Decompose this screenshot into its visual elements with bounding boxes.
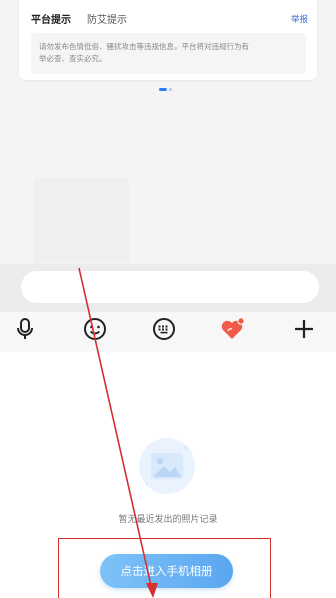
notice-line-1: 请勿发布色情低俗、骚扰攻击等违规信息，平台将对违规行为有 xyxy=(39,42,249,51)
notice-line-2: 举必查、查实必究。 xyxy=(39,54,107,63)
image-placeholder xyxy=(34,178,129,263)
open-album-button[interactable]: 点击进入手机相册 xyxy=(100,554,233,588)
heart-gift-icon xyxy=(221,317,245,339)
gift-button[interactable] xyxy=(218,314,248,344)
tab-platform-tips[interactable]: 平台提示 xyxy=(31,11,71,26)
plus-icon xyxy=(295,320,313,338)
keyboard-button[interactable] xyxy=(149,314,179,344)
page-dot xyxy=(169,88,172,91)
more-button[interactable] xyxy=(289,314,319,344)
voice-button[interactable] xyxy=(10,314,40,344)
empty-state-text: 暂无最近发出的照片记录 xyxy=(118,515,218,525)
notice-text-box: 请勿发布色情低俗、骚扰攻击等违规信息，平台将对违规行为有 举必查、查实必究。 xyxy=(31,33,306,74)
empty-photo-icon xyxy=(139,438,195,494)
page-dot-active xyxy=(159,88,167,91)
report-link[interactable]: 举报 xyxy=(291,13,308,25)
smile-icon xyxy=(84,318,106,340)
microphone-icon xyxy=(17,318,33,339)
chat-toolbar xyxy=(0,312,336,352)
album-panel: 暂无最近发出的照片记录 点击进入手机相册 xyxy=(0,352,336,598)
keyboard-icon xyxy=(153,318,175,340)
notice-tabs: 平台提示 防艾提示 xyxy=(31,11,127,26)
tab-aids-tips[interactable]: 防艾提示 xyxy=(87,11,127,26)
message-input[interactable] xyxy=(21,271,319,303)
emoji-button[interactable] xyxy=(80,314,110,344)
page-indicator xyxy=(159,88,172,91)
notice-card: 平台提示 防艾提示 举报 请勿发布色情低俗、骚扰攻击等违规信息，平台将对违规行为… xyxy=(19,0,317,80)
